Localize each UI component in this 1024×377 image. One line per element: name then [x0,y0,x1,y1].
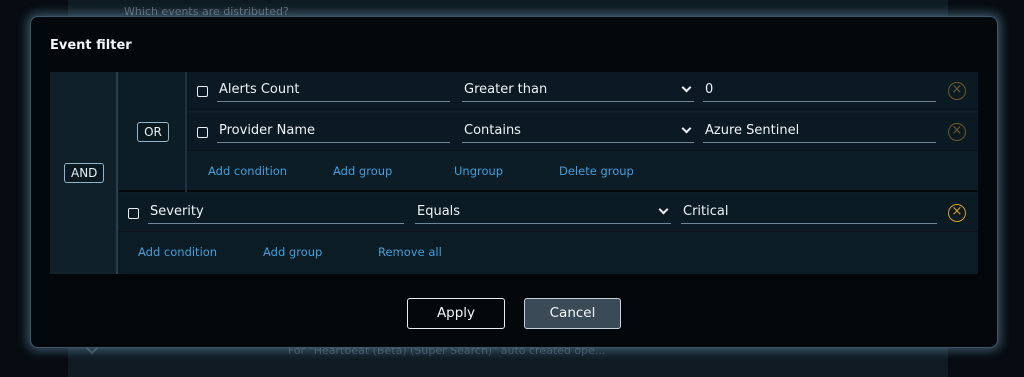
add-group-link[interactable]: Add group [333,164,392,178]
condition-field-input[interactable]: Severity [148,202,404,224]
condition-operator-select[interactable]: Contains [462,121,694,143]
remove-condition-icon[interactable]: × [948,82,966,100]
root-operator-column: AND [50,72,118,274]
condition-operator-select[interactable]: Equals [415,202,671,224]
or-operator-toggle[interactable]: OR [137,122,169,142]
chevron-down-icon [681,82,692,93]
condition-operator-select[interactable]: Greater than [462,80,694,102]
condition-value-input[interactable]: Critical [681,202,937,224]
condition-checkbox[interactable] [128,208,139,219]
condition-operator-value: Greater than [464,82,548,97]
ungroup-link[interactable]: Ungroup [454,164,503,178]
dialog-title: Event filter [50,38,132,53]
condition-field-input[interactable]: Alerts Count [217,80,450,102]
root-filter-group: AND OR Alerts Count Greater than 0 × Pro… [50,72,978,274]
group-operator-column: OR [119,72,187,192]
delete-group-link[interactable]: Delete group [559,164,634,178]
condition-field-input[interactable]: Provider Name [217,121,450,143]
condition-operator-value: Equals [417,204,461,219]
chevron-down-icon [681,123,692,134]
add-condition-link[interactable]: Add condition [138,245,217,259]
condition-row: Severity Equals Critical × [118,194,978,232]
and-operator-toggle[interactable]: AND [64,163,104,183]
condition-operator-value: Contains [464,123,521,138]
condition-checkbox[interactable] [197,86,208,97]
remove-condition-icon[interactable]: × [948,204,966,222]
chevron-down-icon [658,204,669,215]
condition-row: Alerts Count Greater than 0 × [187,72,978,110]
remove-all-link[interactable]: Remove all [378,245,442,259]
add-group-link[interactable]: Add group [263,245,322,259]
cancel-button[interactable]: Cancel [524,298,621,329]
add-condition-link[interactable]: Add condition [208,164,287,178]
event-filter-dialog: Event filter AND OR Alerts Count Greater… [30,16,998,348]
remove-condition-icon[interactable]: × [948,123,966,141]
condition-checkbox[interactable] [197,127,208,138]
condition-value-input[interactable]: 0 [703,80,936,102]
nested-filter-group: OR Alerts Count Greater than 0 × Provide… [119,72,978,192]
apply-button[interactable]: Apply [407,298,505,329]
condition-value-input[interactable]: Azure Sentinel [703,121,936,143]
condition-row: Provider Name Contains Azure Sentinel × [187,113,978,151]
